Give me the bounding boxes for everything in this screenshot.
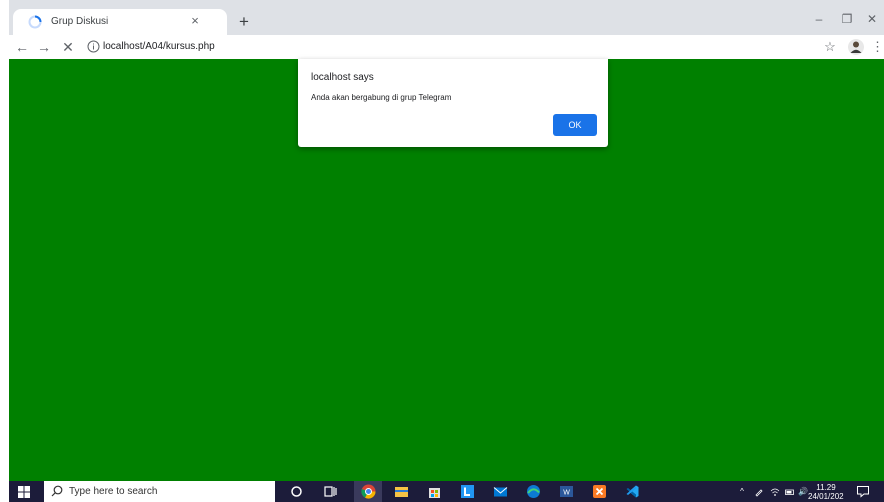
svg-text:W: W: [563, 490, 570, 497]
edge-icon[interactable]: [526, 484, 541, 499]
taskbar: Type here to search W ^ 🔊 11.29 24/01/20…: [9, 481, 884, 502]
browser-toolbar: ← → ✕ localhost/A04/kursus.php ☆ ⋮: [9, 35, 884, 59]
wifi-icon[interactable]: [770, 487, 780, 497]
screen: Grup Diskusi × + – ❐ ✕ ← → ✕ localhost/A…: [0, 0, 884, 502]
taskbar-clock[interactable]: 11.29 24/01/2021: [808, 483, 844, 502]
mail-icon[interactable]: [493, 484, 508, 499]
more-menu-icon[interactable]: ⋮: [871, 38, 884, 56]
tab-close-icon[interactable]: ×: [187, 13, 203, 29]
restore-button[interactable]: ❐: [838, 12, 856, 26]
search-icon: [51, 485, 63, 497]
tab-title: Grup Diskusi: [51, 16, 109, 27]
windows-start-icon[interactable]: [18, 486, 30, 498]
back-button[interactable]: ←: [13, 38, 31, 56]
stop-button[interactable]: ✕: [59, 38, 77, 56]
forward-button[interactable]: →: [35, 38, 53, 56]
tab-strip: Grup Diskusi × + – ❐ ✕: [9, 0, 884, 35]
file-explorer-icon[interactable]: [394, 484, 409, 499]
search-placeholder: Type here to search: [69, 486, 158, 497]
ok-button[interactable]: OK: [553, 114, 597, 136]
taskbar-search-box[interactable]: Type here to search: [44, 481, 275, 502]
bookmark-star-icon[interactable]: ☆: [821, 38, 839, 56]
chrome-icon[interactable]: [361, 484, 376, 499]
dialog-message: Anda akan bergabung di grup Telegram: [311, 93, 452, 102]
task-view-icon[interactable]: [323, 484, 338, 499]
cortana-icon[interactable]: [289, 484, 304, 499]
alert-dialog: localhost says Anda akan bergabung di gr…: [298, 59, 608, 147]
url-text[interactable]: localhost/A04/kursus.php: [103, 41, 215, 52]
xampp-icon[interactable]: [592, 484, 607, 499]
battery-icon[interactable]: [785, 487, 795, 497]
notification-center-icon[interactable]: [856, 485, 870, 498]
store-icon[interactable]: [427, 484, 442, 499]
profile-avatar[interactable]: [847, 38, 865, 56]
dialog-title: localhost says: [311, 72, 374, 83]
clock-date: 24/01/2021: [808, 492, 844, 501]
l-app-icon[interactable]: [460, 484, 475, 499]
info-icon[interactable]: [87, 40, 100, 53]
loading-spinner-icon: [28, 15, 42, 29]
minimize-button[interactable]: –: [810, 12, 828, 26]
address-bar[interactable]: localhost/A04/kursus.php: [85, 38, 825, 56]
close-window-button[interactable]: ✕: [863, 12, 881, 26]
browser-tab[interactable]: Grup Diskusi ×: [13, 9, 227, 35]
volume-icon[interactable]: 🔊: [798, 487, 808, 497]
vscode-icon[interactable]: [625, 484, 640, 499]
clock-time: 11.29: [816, 483, 836, 492]
new-tab-button[interactable]: +: [235, 13, 253, 31]
word-icon[interactable]: W: [559, 484, 574, 499]
tray-chevron-icon[interactable]: ^: [737, 487, 747, 497]
tray-pen-icon[interactable]: [754, 487, 764, 497]
